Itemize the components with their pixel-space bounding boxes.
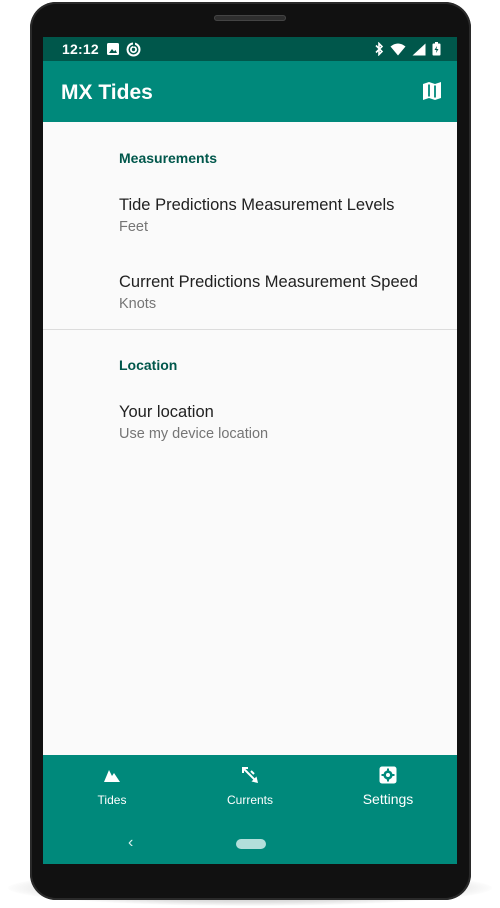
- your-location-preference[interactable]: Your location Use my device location: [43, 387, 457, 459]
- battery-icon: [432, 42, 441, 56]
- nav-item-settings[interactable]: Settings: [319, 755, 457, 825]
- preference-title: Tide Predictions Measurement Levels: [119, 196, 395, 214]
- status-bar: 12:12: [43, 37, 457, 61]
- cellular-signal-icon: [412, 43, 426, 55]
- nav-label: Settings: [362, 791, 414, 807]
- home-handle[interactable]: [236, 839, 266, 849]
- app-title: MX Tides: [61, 81, 153, 104]
- system-navigation-bar: ‹: [43, 825, 457, 864]
- map-icon[interactable]: [420, 79, 444, 103]
- status-system-icons: [374, 41, 441, 57]
- bottom-navigation: Tides Currents Settings: [43, 755, 457, 825]
- currents-icon: [242, 767, 258, 783]
- settings-icon: [379, 766, 397, 784]
- preference-summary: Use my device location: [119, 426, 269, 442]
- nav-item-tides[interactable]: Tides: [43, 755, 181, 825]
- app-bar: MX Tides: [43, 61, 457, 122]
- preference-title: Your location: [119, 403, 214, 421]
- location-category-header: Location: [119, 357, 178, 373]
- device-frame: 12:12 MX Tides Measurements Tide Predict…: [30, 2, 471, 900]
- current-speed-preference[interactable]: Current Predictions Measurement Speed Kn…: [43, 256, 457, 328]
- image-notification-icon: [107, 43, 119, 55]
- tide-icon: [104, 770, 120, 782]
- bluetooth-icon: [375, 42, 384, 56]
- earpiece-speaker: [214, 15, 286, 21]
- nav-label: Currents: [226, 793, 273, 807]
- tide-levels-preference[interactable]: Tide Predictions Measurement Levels Feet: [43, 180, 457, 252]
- preference-summary: Feet: [119, 219, 149, 235]
- nav-item-currents[interactable]: Currents: [181, 755, 319, 825]
- preference-summary: Knots: [119, 296, 157, 312]
- status-time: 12:12: [62, 41, 99, 57]
- sync-notification-icon: [126, 42, 141, 56]
- wifi-icon: [390, 43, 406, 55]
- preference-title: Current Predictions Measurement Speed: [119, 273, 418, 291]
- status-notification-icons: [106, 41, 141, 57]
- nav-label: Tides: [97, 793, 127, 807]
- back-button[interactable]: ‹: [128, 834, 133, 852]
- section-divider: [43, 329, 457, 330]
- app-screen: 12:12 MX Tides Measurements Tide Predict…: [43, 37, 457, 864]
- measurements-category-header: Measurements: [119, 150, 218, 166]
